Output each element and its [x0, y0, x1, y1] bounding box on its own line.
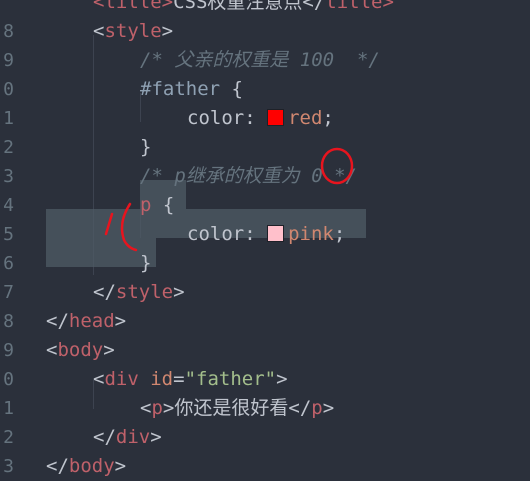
code-token: p: [140, 194, 152, 216]
code-token: ;: [322, 107, 334, 129]
code-token: </: [46, 310, 69, 332]
code-token: </: [93, 281, 116, 303]
code-token: :: [244, 107, 268, 129]
code-token: head: [68, 310, 115, 332]
code-token: =: [173, 368, 185, 390]
code-token: {: [151, 194, 175, 216]
code-token: }: [140, 136, 152, 158]
code-token: pink: [288, 223, 334, 245]
code-line[interactable]: <title>CSS权重注意点</title>: [93, 0, 394, 17]
code-line[interactable]: color: red;: [187, 104, 334, 133]
code-line[interactable]: </body>: [46, 452, 126, 481]
code-token: body: [57, 339, 104, 361]
code-token: ;: [333, 223, 346, 245]
code-line[interactable]: </div>: [93, 423, 162, 452]
code-token: color: [187, 223, 245, 245]
code-line[interactable]: #father {: [140, 75, 243, 104]
line-number: 8: [3, 311, 14, 332]
line-number: 8: [3, 21, 14, 42]
code-line[interactable]: </head>: [46, 307, 126, 336]
line-number: 3: [3, 456, 14, 477]
code-token: >: [162, 397, 175, 419]
code-token: /* p继承的权重为 0 */: [140, 165, 357, 187]
line-number: 2: [3, 137, 14, 158]
line-number: 5: [3, 224, 14, 245]
line-number: 7: [3, 282, 14, 303]
code-line[interactable]: <div id="father">: [93, 365, 288, 394]
code-editor[interactable]: <title>CSS权重注意点</title> 8 <style> 9/* 父亲的权重…: [0, 0, 530, 477]
code-token: CSS权重注意点</: [173, 0, 326, 13]
line-number: 1: [3, 108, 14, 129]
line-number: 9: [3, 340, 14, 361]
code-token: >: [173, 281, 185, 303]
code-token: div: [104, 368, 139, 390]
code-token: <: [93, 20, 105, 42]
code-token: >: [322, 397, 335, 419]
line-number: 4: [3, 195, 14, 216]
code-token: /* 父亲的权重是 100 */: [140, 49, 380, 71]
line-number: 0: [3, 369, 14, 390]
code-line[interactable]: color: pink;: [187, 220, 345, 249]
code-line[interactable]: }: [140, 249, 151, 278]
code-token: id: [150, 368, 174, 390]
code-token: body: [68, 455, 115, 477]
code-token: >: [103, 339, 115, 361]
code-token: }: [140, 252, 152, 274]
color-swatch: [267, 225, 285, 242]
code-line[interactable]: /* 父亲的权重是 100 */: [140, 46, 380, 75]
line-number: 0: [3, 79, 14, 100]
line-number: 9: [3, 50, 14, 71]
color-swatch: [267, 109, 285, 126]
code-token: >: [114, 310, 127, 332]
code-token: >: [276, 368, 288, 390]
code-token: style: [104, 20, 162, 42]
code-token: <title>: [93, 0, 174, 13]
code-line[interactable]: <p>你还是很好看</p>: [140, 394, 334, 423]
code-token: red: [288, 107, 323, 129]
code-line[interactable]: p {: [140, 191, 174, 220]
code-line[interactable]: /* p继承的权重为 0 */: [140, 162, 357, 191]
code-token: <: [140, 397, 152, 419]
code-token: color: [187, 107, 245, 129]
code-line[interactable]: <style>: [93, 17, 173, 46]
code-token: p: [151, 397, 163, 419]
line-number: 3: [3, 166, 14, 187]
code-token: </: [46, 455, 69, 477]
line-number: 2: [3, 427, 14, 448]
line-number: 6: [3, 253, 14, 274]
code-token: style: [115, 281, 174, 303]
code-token: <: [46, 339, 58, 361]
code-token: <: [93, 368, 105, 390]
code-line[interactable]: </style>: [93, 278, 185, 307]
code-token: >: [114, 455, 127, 477]
code-token: </: [93, 426, 116, 448]
code-line[interactable]: <body>: [46, 336, 115, 365]
code-token: p: [311, 397, 323, 419]
code-token: #father: [140, 78, 221, 100]
code-token: :: [244, 223, 268, 245]
code-token: >: [150, 426, 162, 448]
code-token: </: [288, 397, 312, 419]
code-token: title>: [325, 0, 394, 13]
code-token: 你还是很好看: [174, 397, 289, 419]
code-token: div: [115, 426, 151, 448]
line-number: 1: [3, 398, 14, 419]
code-token: {: [220, 78, 243, 100]
code-token: "father": [184, 368, 277, 390]
code-token: >: [161, 20, 174, 42]
code-line[interactable]: }: [140, 133, 151, 162]
